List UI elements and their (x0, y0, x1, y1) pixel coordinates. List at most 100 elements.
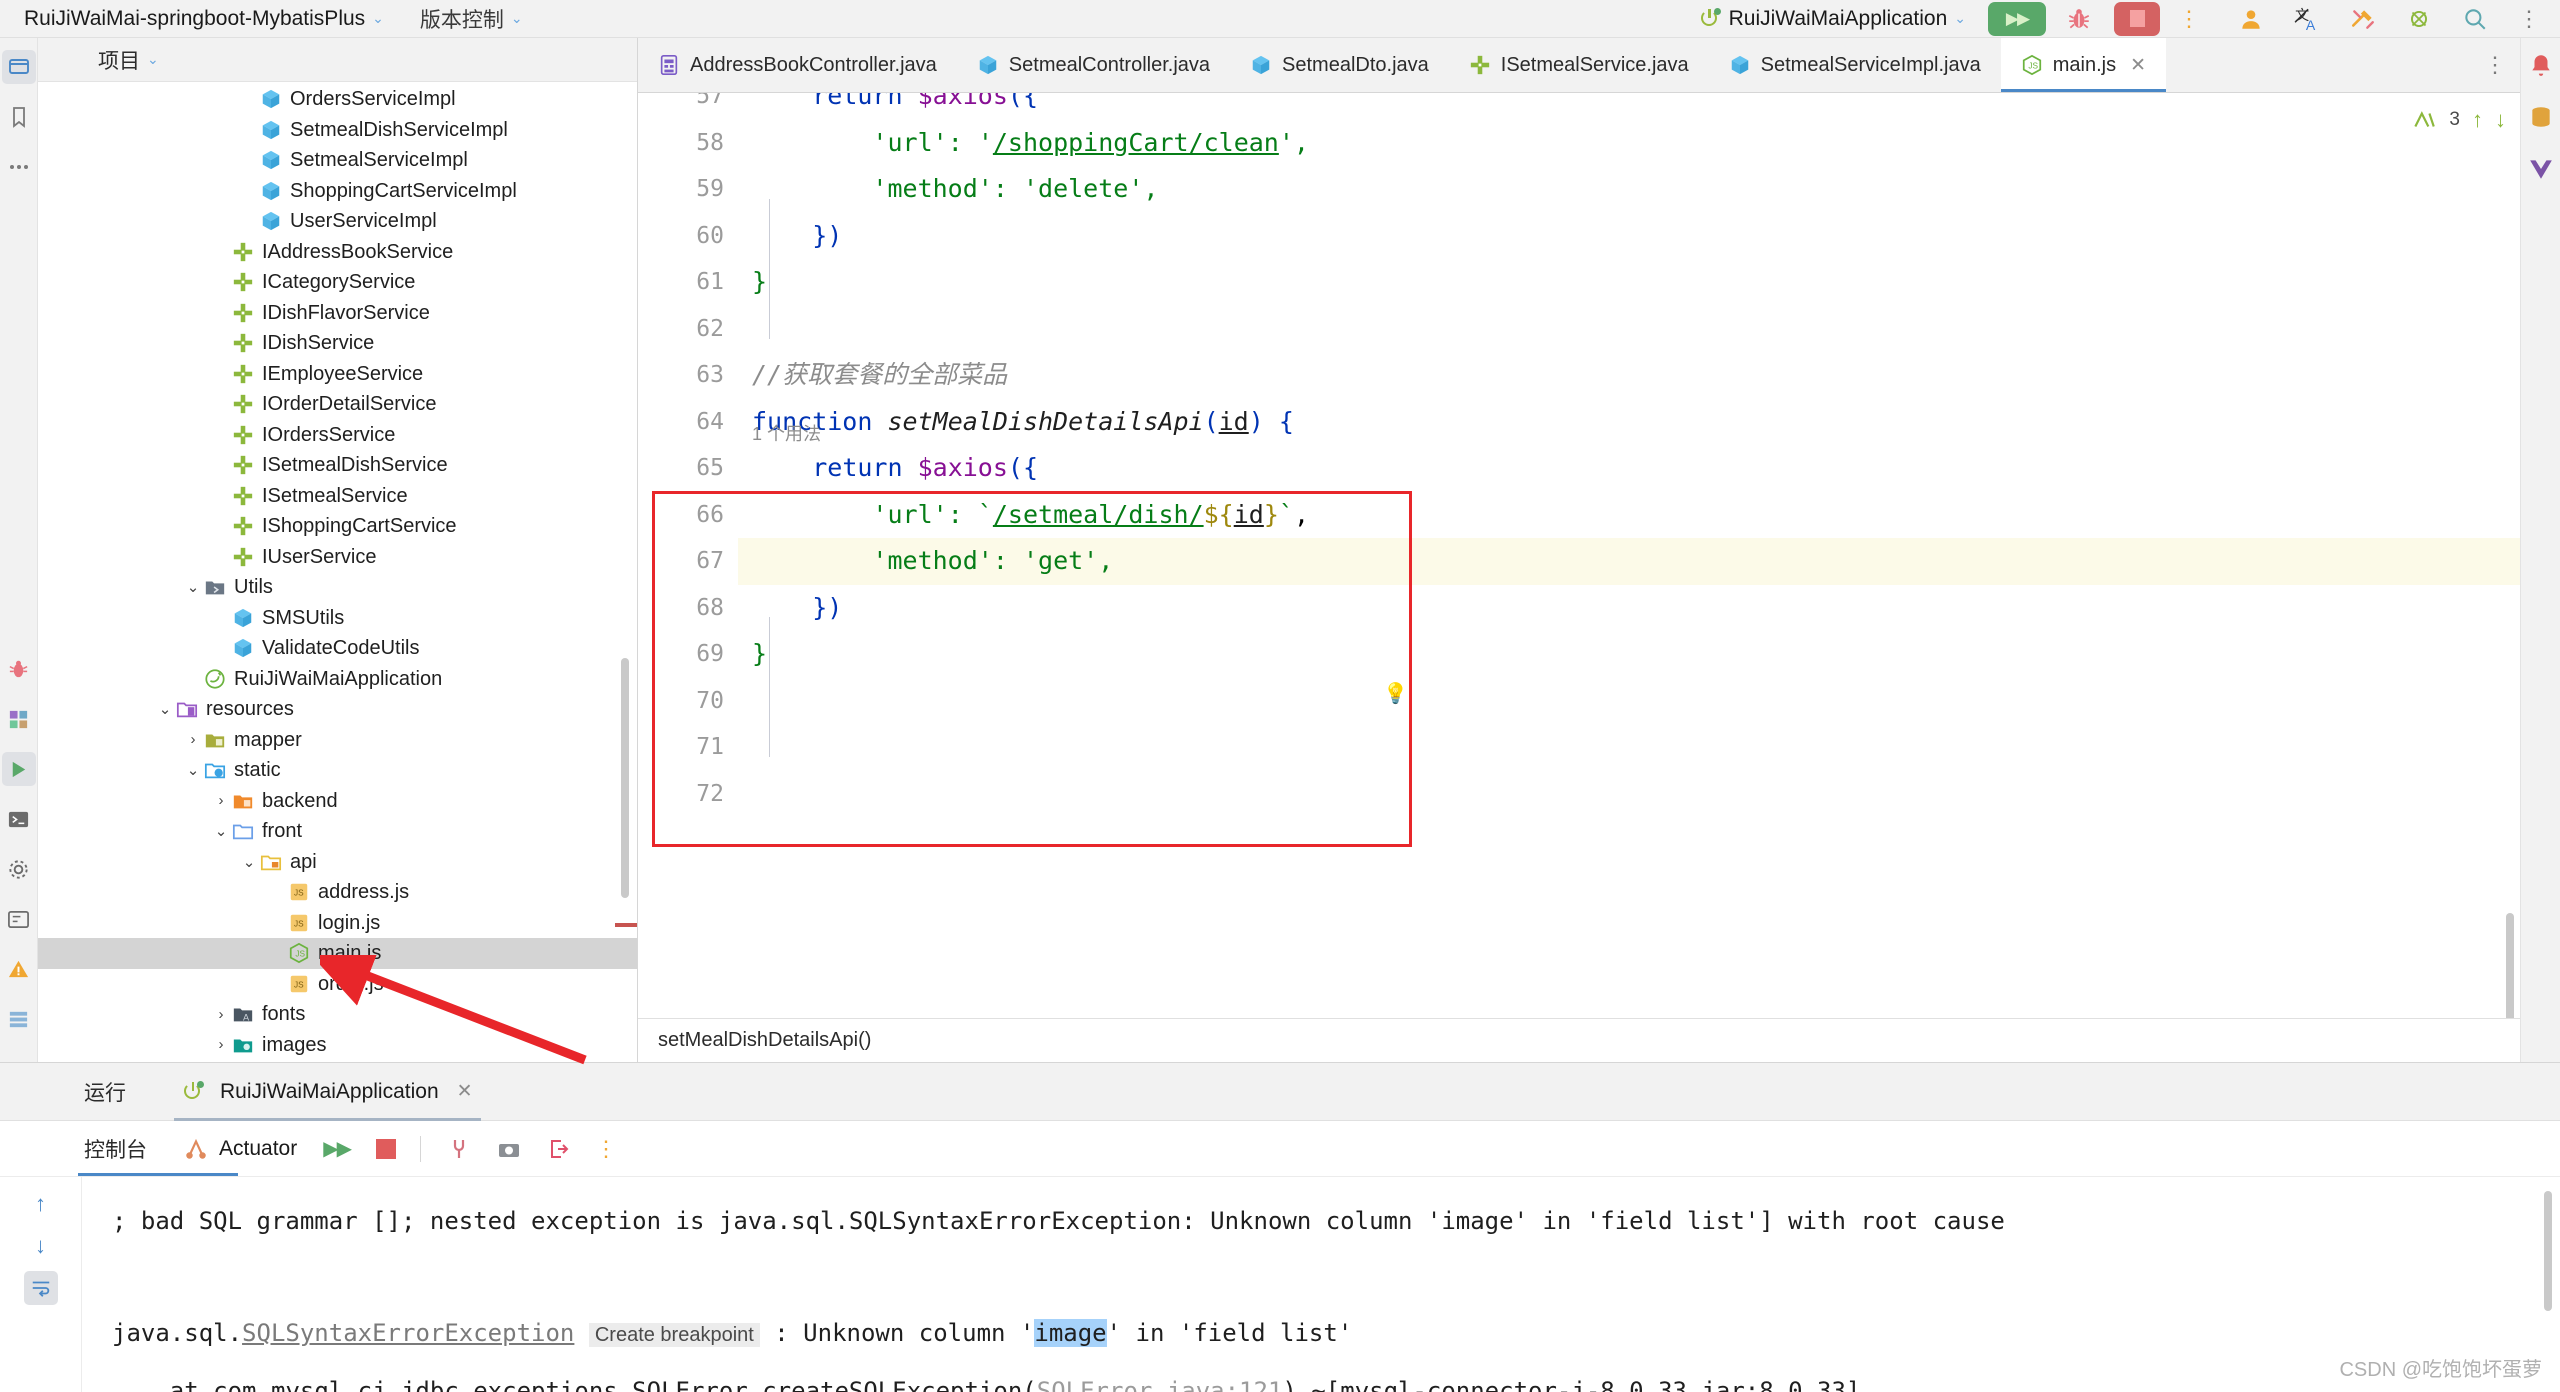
tree-item-isetmealservice[interactable]: ISetmealService (38, 481, 637, 512)
editor-tab-main-js[interactable]: JS main.js ✕ (2000, 38, 2167, 92)
line-number[interactable]: 68 (638, 585, 724, 632)
breadcrumb[interactable]: setMealDishDetailsApi() (638, 1018, 2520, 1062)
line-number[interactable]: 61 (638, 259, 724, 306)
line-number[interactable]: 58 (638, 120, 724, 167)
chevron-down-icon[interactable]: ⌄ (147, 51, 159, 68)
editor-tab-bar[interactable]: AddressBookController.java SetmealControl… (638, 38, 2520, 93)
editor-gutter[interactable]: 57 58 59 60 61 62 63 64 65 66 67 68 69 70 71 72 (638, 93, 738, 1018)
titlebar-more-icon[interactable]: ⋮ (2518, 7, 2540, 30)
code-line-71[interactable] (738, 724, 2520, 771)
line-number[interactable]: 57 (638, 93, 724, 120)
debug-button[interactable] (2058, 2, 2100, 36)
tree-item-validatecodeutils[interactable]: ValidateCodeUtils (38, 633, 637, 664)
code-line-61[interactable]: } (738, 259, 2520, 306)
line-number[interactable]: 71 (638, 724, 724, 771)
line-number[interactable]: 66 (638, 492, 724, 539)
tree-item-api[interactable]: ⌄ api (38, 847, 637, 878)
actuator-tab[interactable]: Actuator (183, 1136, 297, 1162)
line-number[interactable]: 70 (638, 678, 724, 725)
line-number[interactable]: 62 (638, 306, 724, 353)
close-tab-icon[interactable]: ✕ (2130, 54, 2146, 77)
create-breakpoint-chip[interactable]: Create breakpoint (588, 1323, 760, 1347)
project-tree[interactable]: OrdersServiceImpl SetmealDishServiceImpl S… (38, 82, 637, 1062)
line-number[interactable]: 69 (638, 631, 724, 678)
scroll-down-icon[interactable]: ↓ (24, 1229, 58, 1263)
settings-tool-icon[interactable] (2, 852, 36, 886)
plugin-icon[interactable] (2406, 6, 2432, 32)
terminal-tool-icon[interactable] (2, 802, 36, 836)
chevron-right-icon[interactable]: › (210, 1036, 232, 1053)
tree-item-icategoryservice[interactable]: ICategoryService (38, 267, 637, 298)
soft-wrap-icon[interactable] (23, 1271, 58, 1305)
chevron-down-icon[interactable]: ⌄ (238, 853, 260, 871)
tree-item-resources[interactable]: ⌄ resources (38, 694, 637, 725)
tree-item-mapper[interactable]: › mapper (38, 725, 637, 756)
tree-item-isetmealdishservice[interactable]: ISetmealDishService (38, 450, 637, 481)
export-icon[interactable] (547, 1137, 571, 1161)
plugins-tool-icon[interactable] (2, 702, 36, 736)
editor-tab-overflow[interactable]: ⋮ (2484, 38, 2520, 92)
tree-item-iordersservice[interactable]: IOrdersService (38, 420, 637, 451)
tree-item-iaddressbookservice[interactable]: IAddressBookService (38, 237, 637, 268)
tools-icon[interactable] (2350, 6, 2376, 32)
database-icon[interactable] (2528, 104, 2554, 130)
tree-item-main-js[interactable]: JS main.js (38, 938, 637, 969)
usage-hint[interactable]: 1 个用法 (752, 425, 821, 443)
inspection-widget[interactable]: 3 ↑ ↓ (2411, 107, 2506, 133)
tree-item-order-js[interactable]: JS order.js (38, 969, 637, 1000)
tree-item-iuserservice[interactable]: IUserService (38, 542, 637, 573)
more-tools-icon[interactable] (2, 150, 36, 184)
prev-problem-icon[interactable]: ↑ (2472, 107, 2483, 133)
tree-item-address-js[interactable]: JS address.js (38, 877, 637, 908)
vcs-menu[interactable]: 版本控制 ⌄ (384, 4, 523, 34)
code-line-58[interactable]: 'url': '/shoppingCart/clean', (738, 120, 2520, 167)
run-configuration-selector[interactable]: RuiJiWaiMaiApplication ⌄ (1699, 7, 1966, 31)
console-output[interactable]: ; bad SQL grammar []; nested exception i… (82, 1177, 2560, 1392)
code-line-63[interactable]: //获取套餐的全部菜品 (738, 352, 2520, 399)
project-tool-icon[interactable] (1, 50, 36, 84)
editor-tab-setmealserviceimpl-java[interactable]: SetmealServiceImpl.java (1709, 38, 2001, 92)
editor-area[interactable]: 57 58 59 60 61 62 63 64 65 66 67 68 69 70 71 72 💡 retur… (638, 93, 2520, 1018)
code-line-62[interactable] (738, 306, 2520, 353)
next-problem-icon[interactable]: ↓ (2495, 107, 2506, 133)
chevron-down-icon[interactable]: ⌄ (182, 578, 204, 596)
exception-link[interactable]: SQLSyntaxErrorException (242, 1319, 574, 1347)
code-line-60[interactable]: }) (738, 213, 2520, 260)
tree-item-iorderdetailservice[interactable]: IOrderDetailService (38, 389, 637, 420)
editor-tab-isetmealservice-java[interactable]: ISetmealService.java (1449, 38, 1709, 92)
tree-item-idishservice[interactable]: IDishService (38, 328, 637, 359)
tree-item-ordersserviceimpl[interactable]: OrdersServiceImpl (38, 84, 637, 115)
line-number[interactable]: 67 (638, 538, 724, 585)
line-number[interactable]: 64 (638, 399, 724, 446)
tree-item-setmealdishserviceimpl[interactable]: SetmealDishServiceImpl (38, 115, 637, 146)
chevron-down-icon[interactable]: ⌄ (154, 700, 176, 718)
chevron-right-icon[interactable]: › (182, 731, 204, 748)
screenshot-icon[interactable] (497, 1137, 521, 1161)
tree-item-shoppingcartserviceimpl[interactable]: ShoppingCartServiceImpl (38, 176, 637, 207)
tree-item-setmealserviceimpl[interactable]: SetmealServiceImpl (38, 145, 637, 176)
console-more-icon[interactable]: ⋮ (595, 1137, 617, 1160)
notifications-bell-icon[interactable] (2528, 52, 2554, 78)
code-line-64[interactable]: function setMealDishDetailsApi(id) { (738, 399, 2520, 446)
close-icon[interactable]: ✕ (457, 1080, 473, 1103)
code-line-66[interactable]: 'url': `/setmeal/dish/${id}`, (738, 492, 2520, 539)
tree-item-login-js[interactable]: JS login.js (38, 908, 637, 939)
code-line-67[interactable]: 'method': 'get', (738, 538, 2520, 585)
run-tool-icon[interactable] (1, 752, 36, 786)
stop-button[interactable] (2114, 1, 2160, 36)
line-number[interactable]: 65 (638, 445, 724, 492)
translate-icon[interactable]: 文 A (2294, 6, 2320, 32)
chevron-right-icon[interactable]: › (210, 1006, 232, 1023)
code-line-69[interactable]: } (738, 631, 2520, 678)
project-tree-scrollbar[interactable] (621, 658, 629, 898)
tree-item-ishoppingcartservice[interactable]: IShoppingCartService (38, 511, 637, 542)
tree-item-images[interactable]: › images (38, 1030, 637, 1061)
tree-item-utils[interactable]: ⌄ Utils (38, 572, 637, 603)
editor-tab-setmealdto-java[interactable]: SetmealDto.java (1230, 38, 1449, 92)
code-line-70[interactable] (738, 678, 2520, 725)
search-icon[interactable] (2462, 6, 2488, 32)
chevron-down-icon[interactable]: ⌄ (182, 761, 204, 779)
run-tab[interactable]: RuiJiWaiMaiApplication ✕ (174, 1063, 481, 1121)
chevron-down-icon[interactable]: ⌄ (210, 822, 232, 840)
bookmarks-tool-icon[interactable] (2, 100, 36, 134)
